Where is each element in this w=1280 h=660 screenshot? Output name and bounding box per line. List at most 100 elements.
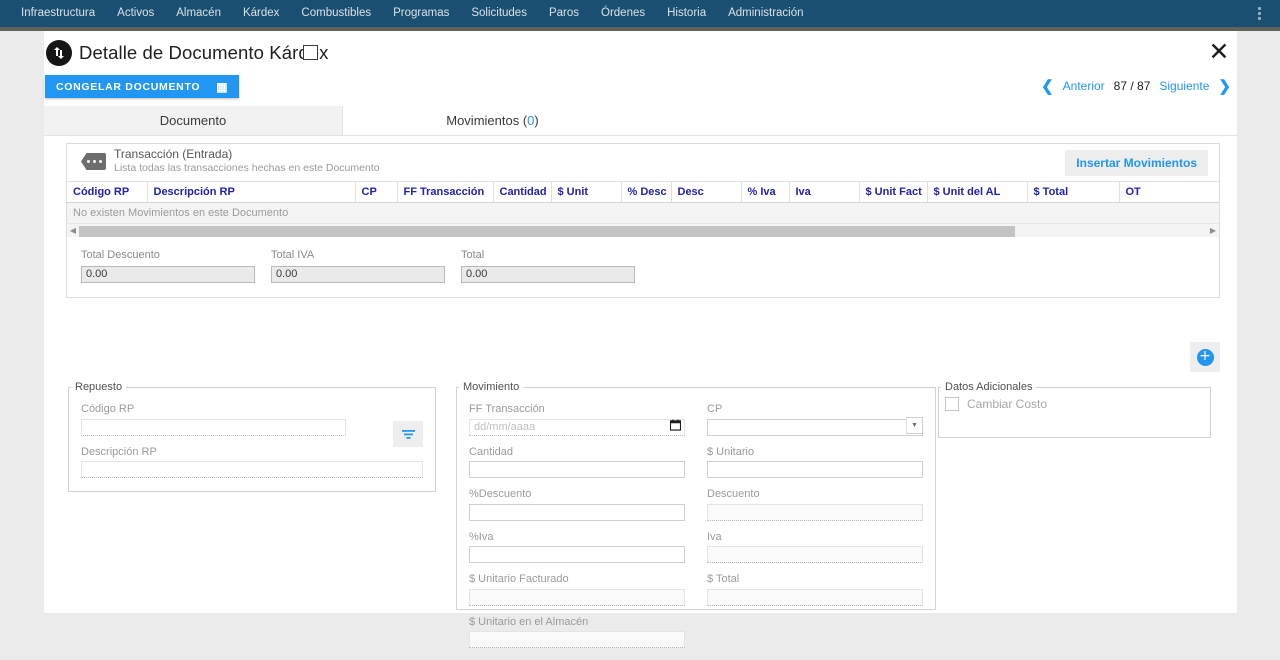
table-horizontal-scrollbar[interactable]: ◀ ▶ bbox=[67, 223, 1219, 237]
pct-iva-field: %Iva bbox=[469, 531, 685, 574]
tab-movimientos[interactable]: Movimientos (0) bbox=[343, 106, 642, 135]
column-header-descripcion-rp[interactable]: Descripción RP bbox=[147, 182, 356, 203]
column-header-desc[interactable]: Desc bbox=[671, 182, 742, 203]
descripcion-rp-field: Descripción RP bbox=[81, 446, 423, 478]
total-iva-field: Total IVA bbox=[271, 249, 445, 283]
add-circle-icon: + bbox=[1196, 348, 1214, 366]
page-title: Detalle de Documento Kárdex bbox=[79, 42, 329, 63]
nav-item-infraestructura[interactable]: Infraestructura bbox=[10, 0, 106, 27]
column-header-ot[interactable]: OT bbox=[1119, 182, 1219, 203]
ff-transaccion-label: FF Transacción bbox=[469, 403, 545, 415]
nav-item-solicitudes[interactable]: Solicitudes bbox=[460, 0, 538, 27]
movements-table: Código RP Descripción RP CP FF Transacci… bbox=[67, 182, 1219, 223]
pct-descuento-field: %Descuento bbox=[469, 488, 685, 531]
scroll-left-icon[interactable]: ◀ bbox=[67, 226, 79, 235]
codigo-rp-label: Código RP bbox=[81, 403, 135, 415]
column-header-ff-transaccion[interactable]: FF Transacción bbox=[397, 182, 494, 203]
tab-underline bbox=[44, 135, 1237, 136]
cambiar-costo-row[interactable]: Cambiar Costo bbox=[939, 393, 1210, 413]
close-icon[interactable]: ✕ bbox=[1206, 39, 1232, 66]
kebab-menu-icon[interactable] bbox=[1250, 4, 1268, 23]
total-movimiento-label: $ Total bbox=[707, 573, 740, 585]
scrollbar-thumb[interactable] bbox=[79, 225, 1016, 237]
nav-item-combustibles[interactable]: Combustibles bbox=[290, 0, 382, 27]
ff-transaccion-input[interactable] bbox=[469, 418, 685, 436]
nav-item-programas[interactable]: Programas bbox=[382, 0, 460, 27]
nav-item-paros[interactable]: Paros bbox=[538, 0, 590, 27]
total-descuento-input[interactable] bbox=[81, 265, 255, 283]
column-header-codigo-rp[interactable]: Código RP bbox=[67, 182, 148, 203]
cp-label: CP bbox=[707, 403, 723, 415]
calendar-icon[interactable] bbox=[670, 419, 681, 431]
column-header-unit-fact[interactable]: $ Unit Fact bbox=[859, 182, 928, 203]
cambiar-costo-checkbox[interactable] bbox=[945, 397, 959, 411]
scroll-right-icon[interactable]: ▶ bbox=[1207, 226, 1219, 235]
descuento-input[interactable] bbox=[707, 503, 923, 521]
table-header-row: Código RP Descripción RP CP FF Transacci… bbox=[67, 182, 1219, 203]
unitario-label: $ Unitario bbox=[707, 445, 755, 458]
codigo-rp-field: Código RP bbox=[81, 403, 346, 436]
total-iva-input[interactable] bbox=[271, 265, 445, 283]
column-header-iva[interactable]: Iva bbox=[789, 182, 860, 203]
unitario-facturado-input[interactable] bbox=[469, 588, 685, 606]
tab-documento[interactable]: Documento bbox=[44, 106, 343, 135]
codigo-rp-input[interactable] bbox=[81, 418, 346, 436]
unitario-facturado-label: $ Unitario Facturado bbox=[469, 573, 569, 585]
add-movement-button[interactable]: + bbox=[1190, 342, 1220, 372]
total-movimiento-input[interactable] bbox=[707, 588, 923, 606]
cantidad-input[interactable] bbox=[469, 461, 685, 478]
nav-item-activos[interactable]: Activos bbox=[106, 0, 165, 27]
chevron-right-icon[interactable]: ❯ bbox=[1218, 77, 1231, 95]
filter-icon[interactable] bbox=[393, 421, 423, 447]
movimiento-row-2: Cantidad $ Unitario bbox=[469, 446, 923, 489]
tab-movimientos-suffix: ) bbox=[534, 113, 539, 128]
nav-item-kardex[interactable]: Kárdex bbox=[232, 0, 290, 27]
column-header-pct-desc[interactable]: % Desc bbox=[621, 182, 672, 203]
nav-item-administracion[interactable]: Administración bbox=[717, 0, 814, 27]
pct-iva-input[interactable] bbox=[469, 546, 685, 563]
iva-field: Iva bbox=[707, 531, 923, 574]
pct-descuento-input[interactable] bbox=[469, 503, 685, 521]
column-header-unit[interactable]: $ Unit bbox=[551, 182, 622, 203]
freeze-document-button[interactable]: CONGELAR DOCUMENTO ▦ bbox=[45, 75, 240, 98]
transaction-title: Transacción (Entrada) bbox=[114, 147, 233, 161]
table-empty-row: No existen Movimientos en este Documento bbox=[67, 202, 1219, 223]
pager-counter: 87 / 87 bbox=[1113, 79, 1151, 93]
column-header-total[interactable]: $ Total bbox=[1027, 182, 1120, 203]
nav-item-historia[interactable]: Historia bbox=[656, 0, 717, 27]
column-header-unit-del-al[interactable]: $ Unit del AL bbox=[927, 182, 1028, 203]
nav-item-ordenes[interactable]: Órdenes bbox=[590, 0, 656, 27]
scrollbar-track[interactable] bbox=[79, 225, 1207, 237]
column-header-cp[interactable]: CP bbox=[355, 182, 398, 203]
title-checkbox[interactable] bbox=[303, 45, 318, 60]
iva-label: Iva bbox=[707, 530, 722, 543]
unitario-almacen-input[interactable] bbox=[469, 631, 685, 648]
movimiento-spacer bbox=[707, 616, 923, 649]
unitario-input[interactable] bbox=[707, 461, 923, 478]
cp-input[interactable] bbox=[707, 418, 923, 436]
pager-next-link[interactable]: Siguiente bbox=[1159, 79, 1209, 93]
column-header-cantidad[interactable]: Cantidad bbox=[493, 182, 552, 203]
pager-previous-link[interactable]: Anterior bbox=[1063, 79, 1105, 93]
column-header-pct-iva[interactable]: % Iva bbox=[741, 182, 790, 203]
chevron-left-icon[interactable]: ❮ bbox=[1041, 77, 1054, 95]
total-movimiento-field: $ Total bbox=[707, 573, 923, 616]
ff-transaccion-field: FF Transacción bbox=[469, 403, 685, 446]
freeze-grid-icon: ▦ bbox=[216, 79, 229, 94]
iva-input[interactable] bbox=[707, 546, 923, 563]
total-input[interactable] bbox=[461, 265, 635, 283]
top-navigation-bar: Infraestructura Activos Almacén Kárdex C… bbox=[0, 0, 1280, 27]
tab-movimientos-label: Movimientos ( bbox=[446, 113, 528, 128]
descripcion-rp-input[interactable] bbox=[81, 461, 423, 478]
repuesto-legend: Repuesto bbox=[75, 381, 123, 393]
transaction-card: Transacción (Entrada) Lista todas las tr… bbox=[66, 143, 1220, 298]
repuesto-fieldset: Repuesto Código RP Descripción RP bbox=[68, 381, 436, 492]
movimiento-row-5: $ Unitario Facturado $ Total bbox=[469, 573, 923, 616]
transaction-subtitle: Lista todas las transacciones hechas en … bbox=[114, 162, 380, 174]
cantidad-label: Cantidad bbox=[469, 445, 514, 458]
datos-adicionales-legend: Datos Adicionales bbox=[945, 381, 1033, 393]
movimiento-row-6: $ Unitario en el Almacén bbox=[469, 616, 923, 649]
nav-item-almacen[interactable]: Almacén bbox=[165, 0, 232, 27]
chevron-down-icon[interactable]: ▼ bbox=[906, 417, 923, 434]
insert-movements-button[interactable]: Insertar Movimientos bbox=[1065, 150, 1208, 176]
